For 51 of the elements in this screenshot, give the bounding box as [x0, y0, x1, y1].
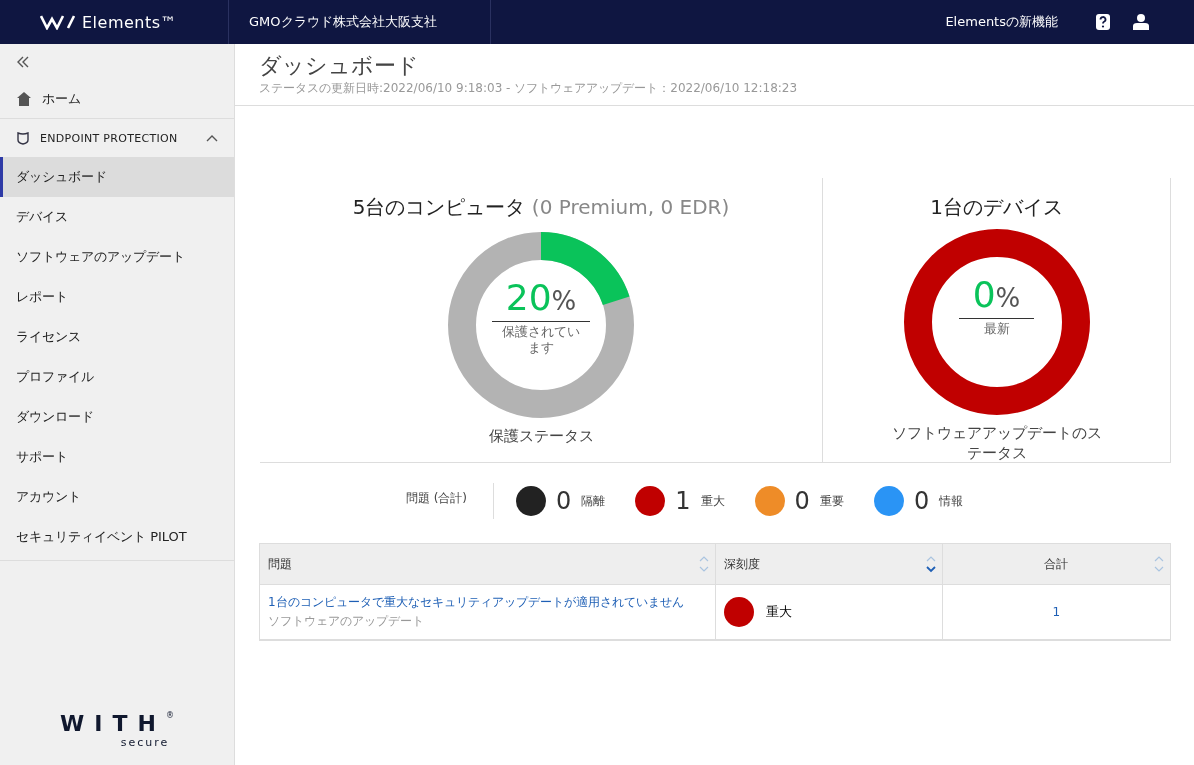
home-link[interactable]: ホーム — [42, 90, 81, 108]
page-title: ダッシュボード — [259, 52, 420, 80]
sidebar-item[interactable]: ライセンス — [0, 317, 234, 357]
issues-total-label: 問題 (合計) — [405, 483, 495, 519]
issue-count: 0 — [913, 487, 930, 515]
issue-count: 0 — [794, 487, 810, 515]
column-header[interactable]: 問題 — [259, 543, 716, 585]
chart-title: 1台のデバイス — [930, 194, 1063, 221]
home-icon — [16, 91, 32, 107]
severity-label: 重要 — [819, 492, 844, 510]
registered-mark: ® — [165, 711, 174, 720]
status-timestamp: ステータスの更新日時:2022/06/10 9:18:03 - ソフトウェアアップデート：2022/06/10 12:18:23 — [259, 80, 799, 97]
help-icon[interactable] — [1094, 13, 1112, 31]
whats-new-link[interactable]: Elementsの新機能 — [945, 13, 1058, 31]
center-label: 最新 — [982, 321, 1011, 337]
sidebar-item[interactable]: ダウンロード — [0, 397, 234, 437]
chevron-up-icon[interactable] — [206, 133, 218, 142]
severity-label: 隔離 — [581, 492, 606, 510]
severity-label: 重大 — [700, 492, 725, 510]
section-title: ENDPOINT PROTECTION — [40, 131, 179, 145]
sort-icon[interactable] — [925, 555, 936, 573]
collapse-icon[interactable] — [16, 56, 30, 68]
chart-title: 5台のコンピュータ (0 Premium, 0 EDR) — [352, 194, 730, 221]
product-name: Elements™ — [82, 12, 178, 32]
chart-caption: 保護ステータス — [487, 426, 595, 446]
severity-text: 重大 — [765, 603, 792, 621]
percentage-value: 20% — [491, 278, 591, 322]
issue-category: ソフトウェアのアップデート — [268, 613, 425, 630]
shield-icon — [16, 131, 30, 145]
sidebar-item[interactable]: プロファイル — [0, 357, 234, 397]
sidebar-item[interactable]: サポート — [0, 437, 234, 477]
column-header[interactable]: 深刻度 — [715, 543, 942, 585]
column-header[interactable]: 合計 — [942, 543, 1171, 585]
center-label: 保護されています — [501, 324, 581, 356]
chart-caption: ソフトウェアアップデートのステータス — [891, 423, 1102, 463]
sidebar-item[interactable]: ダッシュボード — [0, 157, 234, 197]
sidebar-item[interactable]: アカウント — [0, 477, 234, 517]
sidebar-item[interactable]: レポート — [0, 277, 234, 317]
sidebar-item[interactable]: セキュリティイベント PILOT — [0, 517, 234, 557]
percentage-value: 0% — [958, 275, 1035, 319]
issue-link[interactable]: 1台のコンピュータで重大なセキュリティアップデートが適用されていません — [268, 594, 707, 611]
issue-count: 1 — [675, 487, 691, 515]
total-link[interactable]: 1 — [1052, 605, 1061, 619]
severity-label: 情報 — [939, 492, 964, 510]
user-icon[interactable] — [1132, 13, 1150, 31]
logo-subtitle: secure — [120, 736, 170, 749]
issue-count: 0 — [556, 487, 572, 515]
sidebar-item[interactable]: デバイス — [0, 197, 234, 237]
sidebar-item[interactable]: ソフトウェアのアップデート — [0, 237, 234, 277]
brand-logo-icon — [40, 14, 76, 30]
logo-wordmark: WITH — [60, 711, 166, 736]
